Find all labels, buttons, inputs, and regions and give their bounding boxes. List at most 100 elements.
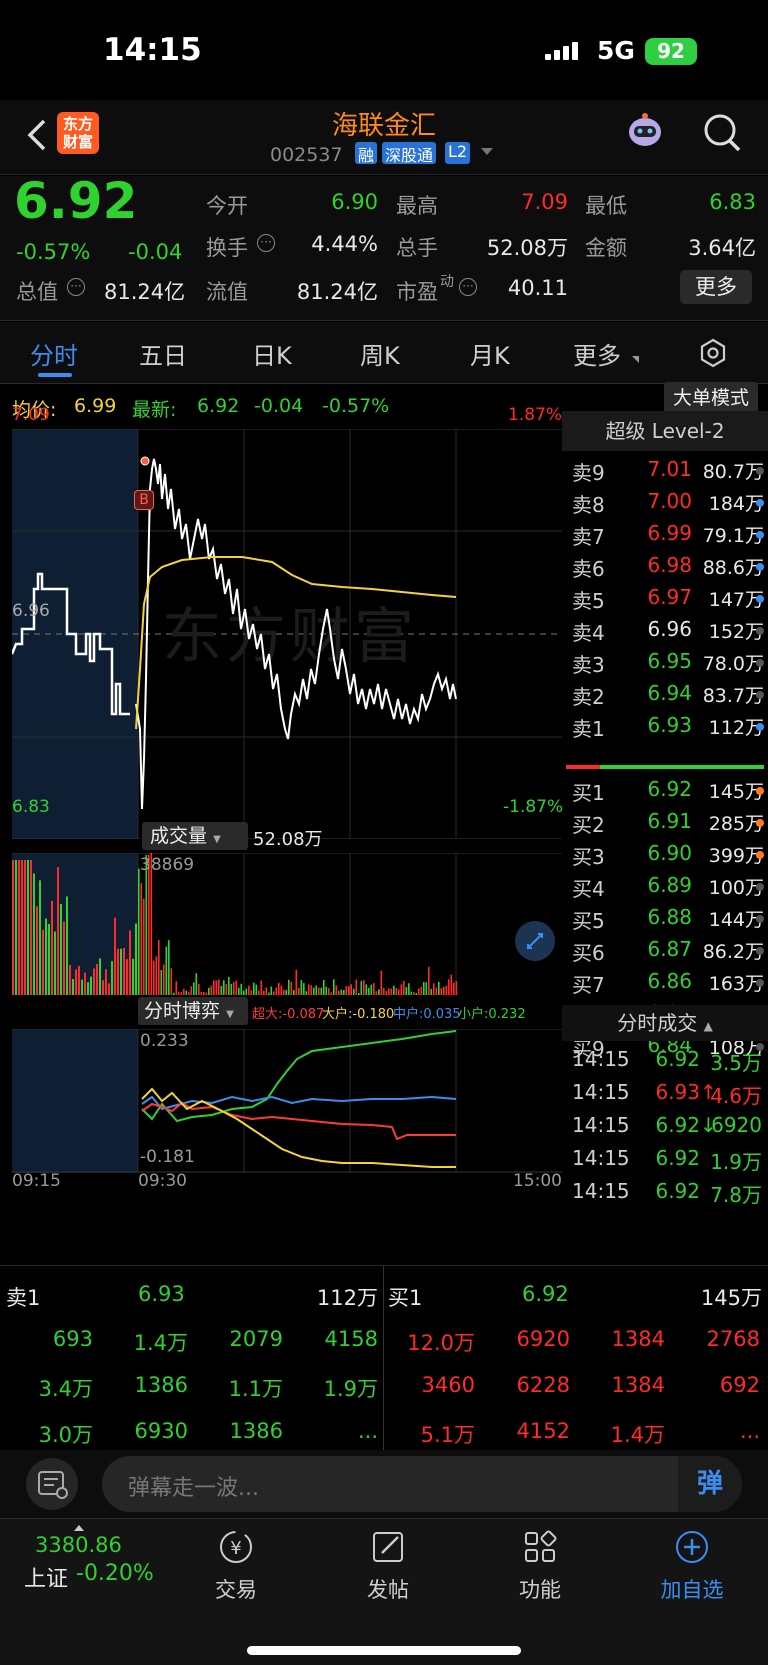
volume-bar [268, 992, 270, 995]
volume-bar [285, 989, 288, 995]
volume-chart[interactable] [12, 853, 562, 995]
tab-weekly[interactable]: 周K [360, 336, 400, 371]
ask-price: 7.00 [647, 489, 692, 513]
volume-bar [265, 987, 268, 995]
bid-price: 6.91 [647, 809, 692, 833]
ask-row[interactable]: 卖6 6.98 88.6万 [562, 553, 768, 583]
bid-volume: 285万 [708, 813, 764, 835]
buy-signal-badge[interactable]: B [134, 490, 154, 510]
ask-volume: 83.7万 [702, 685, 764, 707]
volume-bar [320, 987, 323, 995]
nav-post[interactable]: 发帖 [323, 1527, 453, 1604]
legend-mid: 中户:0.035 [393, 1007, 461, 1022]
caret-down-icon[interactable] [481, 148, 493, 155]
bid-row[interactable]: 买7 6.86 163万 [562, 969, 768, 999]
volume-bar [39, 880, 41, 995]
ask-row[interactable]: 卖2 6.94 83.7万 [562, 681, 768, 711]
quote-panel: 6.92 -0.57% -0.04 总值 ··· 81.24亿 今开 6.90 … [0, 172, 768, 321]
info-icon[interactable]: ··· [257, 234, 275, 252]
robot-assistant-icon[interactable] [625, 110, 665, 150]
bid-row[interactable]: 买1 6.92 145万 [562, 777, 768, 807]
expand-button[interactable] [515, 921, 555, 961]
volume-bar [105, 969, 107, 995]
volume-bar [295, 969, 298, 995]
bid-row[interactable]: 买3 6.90 399万 [562, 841, 768, 871]
tab-intraday[interactable]: 分时 [30, 336, 78, 371]
bid-row[interactable]: 买5 6.88 144万 [562, 905, 768, 935]
price-chart[interactable]: 东方财富 [12, 429, 562, 839]
ask-order-dot [756, 723, 764, 731]
queue-cell: 1.4万 [610, 1423, 665, 1447]
ask-row[interactable]: 卖7 6.99 79.1万 [562, 521, 768, 551]
volume-label: 总手 [396, 236, 438, 260]
nav-trade[interactable]: ¥ 交易 [171, 1527, 301, 1604]
nav-function-label: 功能 [519, 1578, 561, 1602]
ask-row[interactable]: 卖1 6.93 112万 [562, 713, 768, 743]
time-start: 09:15 [12, 1171, 61, 1191]
volume-indicator-select[interactable]: 成交量 ▼ [142, 822, 248, 850]
queue-cell: 1.9万 [323, 1377, 378, 1401]
queue-buy-total: 145万 [700, 1286, 762, 1310]
volume-bar [248, 985, 250, 995]
nav-function[interactable]: 功能 [475, 1527, 605, 1604]
info-icon[interactable]: ··· [67, 278, 85, 296]
volume-bar [443, 986, 445, 995]
ask-order-dot [756, 467, 764, 475]
bid-order-dot [756, 787, 764, 795]
nav-add-watchlist[interactable]: 加自选 [627, 1527, 757, 1604]
search-button[interactable] [702, 112, 742, 154]
volume-bar [12, 860, 14, 995]
legend-small: 小户:0.232 [458, 1007, 526, 1022]
trade-volume: 4.6万 [710, 1084, 762, 1108]
ask-level-label: 卖2 [572, 685, 605, 709]
low-value: 6.83 [709, 190, 756, 214]
bid-row[interactable]: 买4 6.89 100万 [562, 873, 768, 903]
ask-row[interactable]: 卖5 6.97 147万 [562, 585, 768, 615]
active-tab-indicator [38, 373, 72, 377]
back-button[interactable] [24, 118, 50, 151]
ask-row[interactable]: 卖3 6.95 78.0万 [562, 649, 768, 679]
bid-volume: 399万 [708, 845, 764, 867]
game-chart[interactable] [12, 1029, 562, 1173]
tab-5day[interactable]: 五日 [139, 336, 187, 371]
change-abs: -0.04 [128, 240, 183, 264]
bigorder-mode-button[interactable]: 大单模式 [664, 382, 758, 414]
settings-button[interactable] [698, 338, 728, 368]
bid-price: 6.88 [647, 905, 692, 929]
bid-volume: 100万 [708, 877, 764, 899]
bid-level-label: 买2 [572, 813, 605, 837]
danmu-toggle-button[interactable] [26, 1458, 78, 1510]
queue-buy-label: 买1 [388, 1286, 423, 1310]
volume-bar [305, 991, 308, 995]
chart-watermark: 东方财富 [162, 602, 418, 672]
level2-title[interactable]: 超级 Level-2 [562, 411, 768, 451]
period-tabs: 分时 五日 日K 周K 月K 更多 [0, 322, 768, 384]
game-indicator-select[interactable]: 分时博弈 ▼ [138, 997, 248, 1025]
bid-row[interactable]: 买2 6.91 285万 [562, 809, 768, 839]
volume-bar [405, 987, 408, 995]
ask-row[interactable]: 卖4 6.96 152万 [562, 617, 768, 647]
ask-order-dot [756, 691, 764, 699]
index-ticker[interactable]: 3380.86 上证 -0.20% [12, 1519, 172, 1599]
danmu-send-button[interactable]: 弹 [678, 1456, 742, 1512]
bid-row[interactable]: 买6 6.87 86.2万 [562, 937, 768, 967]
info-icon[interactable]: ··· [459, 278, 477, 296]
volume-bar [75, 969, 77, 995]
tab-more[interactable]: 更多 [573, 336, 621, 371]
volume-bar [418, 988, 420, 995]
bid-volume: 86.2万 [702, 941, 764, 963]
volume-bar [408, 983, 410, 995]
signal-icon [545, 40, 585, 60]
bottom-nav: 3380.86 上证 -0.20% ¥ 交易 发帖 功能 加自选 [0, 1518, 768, 1665]
volume-bar [215, 980, 218, 995]
queue-sell-label: 卖1 [6, 1286, 41, 1310]
trades-header[interactable]: 分时成交 ▲ [562, 1005, 768, 1041]
more-button[interactable]: 更多 [680, 270, 752, 304]
tab-monthly[interactable]: 月K [470, 336, 510, 371]
ask-row[interactable]: 卖9 7.01 80.7万 [562, 457, 768, 487]
ask-row[interactable]: 卖8 7.00 184万 [562, 489, 768, 519]
danmu-input[interactable]: 弹幕走一波... 弹 [102, 1456, 742, 1512]
tab-daily[interactable]: 日K [252, 336, 292, 371]
volume-bar [280, 985, 283, 995]
network-label: 5G [597, 36, 635, 65]
